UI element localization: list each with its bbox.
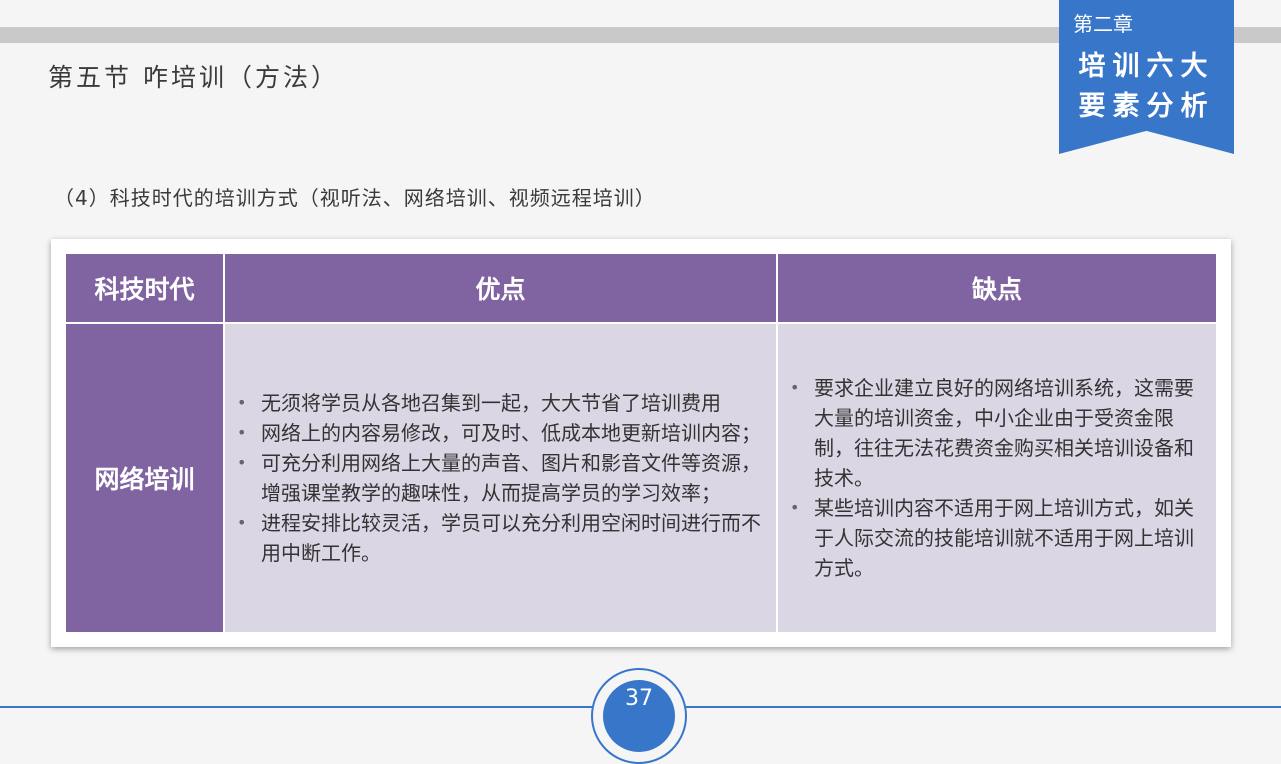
slide-subtitle: （4）科技时代的培训方式（视听法、网络培训、视频远程培训） [54, 186, 656, 210]
comparison-table: 科技时代 优点 缺点 网络培训 无须将学员从各地召集到一起，大大节省了培训费用 … [66, 254, 1216, 632]
list-item: 要求企业建立良好的网络培训系统，这需要大量的培训资金，中小企业由于受资金限制，往… [784, 373, 1210, 493]
section-title: 第五节 咋培训（方法） [48, 63, 339, 92]
advantages-list: 无须将学员从各地召集到一起，大大节省了培训费用 网络上的内容易修改，可及时、低成… [225, 388, 776, 568]
table-card: 科技时代 优点 缺点 网络培训 无须将学员从各地召集到一起，大大节省了培训费用 … [51, 239, 1231, 647]
chapter-name-line1: 培训六大 [1078, 51, 1215, 82]
page-number: 37 [625, 686, 653, 711]
row-label-online-training: 网络培训 [66, 324, 223, 632]
disadvantages-cell: 要求企业建立良好的网络培训系统，这需要大量的培训资金，中小企业由于受资金限制，往… [778, 324, 1216, 632]
chapter-label: 第二章 [1073, 12, 1133, 36]
chapter-name-line2: 要素分析 [1078, 91, 1215, 122]
list-item: 无须将学员从各地召集到一起，大大节省了培训费用 [231, 388, 770, 418]
list-item: 网络上的内容易修改，可及时、低成本地更新培训内容； [231, 418, 770, 448]
header-cell-advantages: 优点 [225, 254, 776, 322]
disadvantages-list: 要求企业建立良好的网络培训系统，这需要大量的培训资金，中小企业由于受资金限制，往… [778, 373, 1216, 583]
header-cell-era: 科技时代 [66, 254, 223, 322]
header-cell-disadvantages: 缺点 [778, 254, 1216, 322]
list-item: 可充分利用网络上大量的声音、图片和影音文件等资源，增强课堂教学的趣味性，从而提高… [231, 448, 770, 508]
chapter-badge: 第二章 培训六大 要素分析 [1059, 0, 1234, 154]
advantages-cell: 无须将学员从各地召集到一起，大大节省了培训费用 网络上的内容易修改，可及时、低成… [225, 324, 776, 632]
list-item: 进程安排比较灵活，学员可以充分利用空闲时间进行而不用中断工作。 [231, 508, 770, 568]
list-item: 某些培训内容不适用于网上培训方式，如关于人际交流的技能培训就不适用于网上培训方式… [784, 493, 1210, 583]
